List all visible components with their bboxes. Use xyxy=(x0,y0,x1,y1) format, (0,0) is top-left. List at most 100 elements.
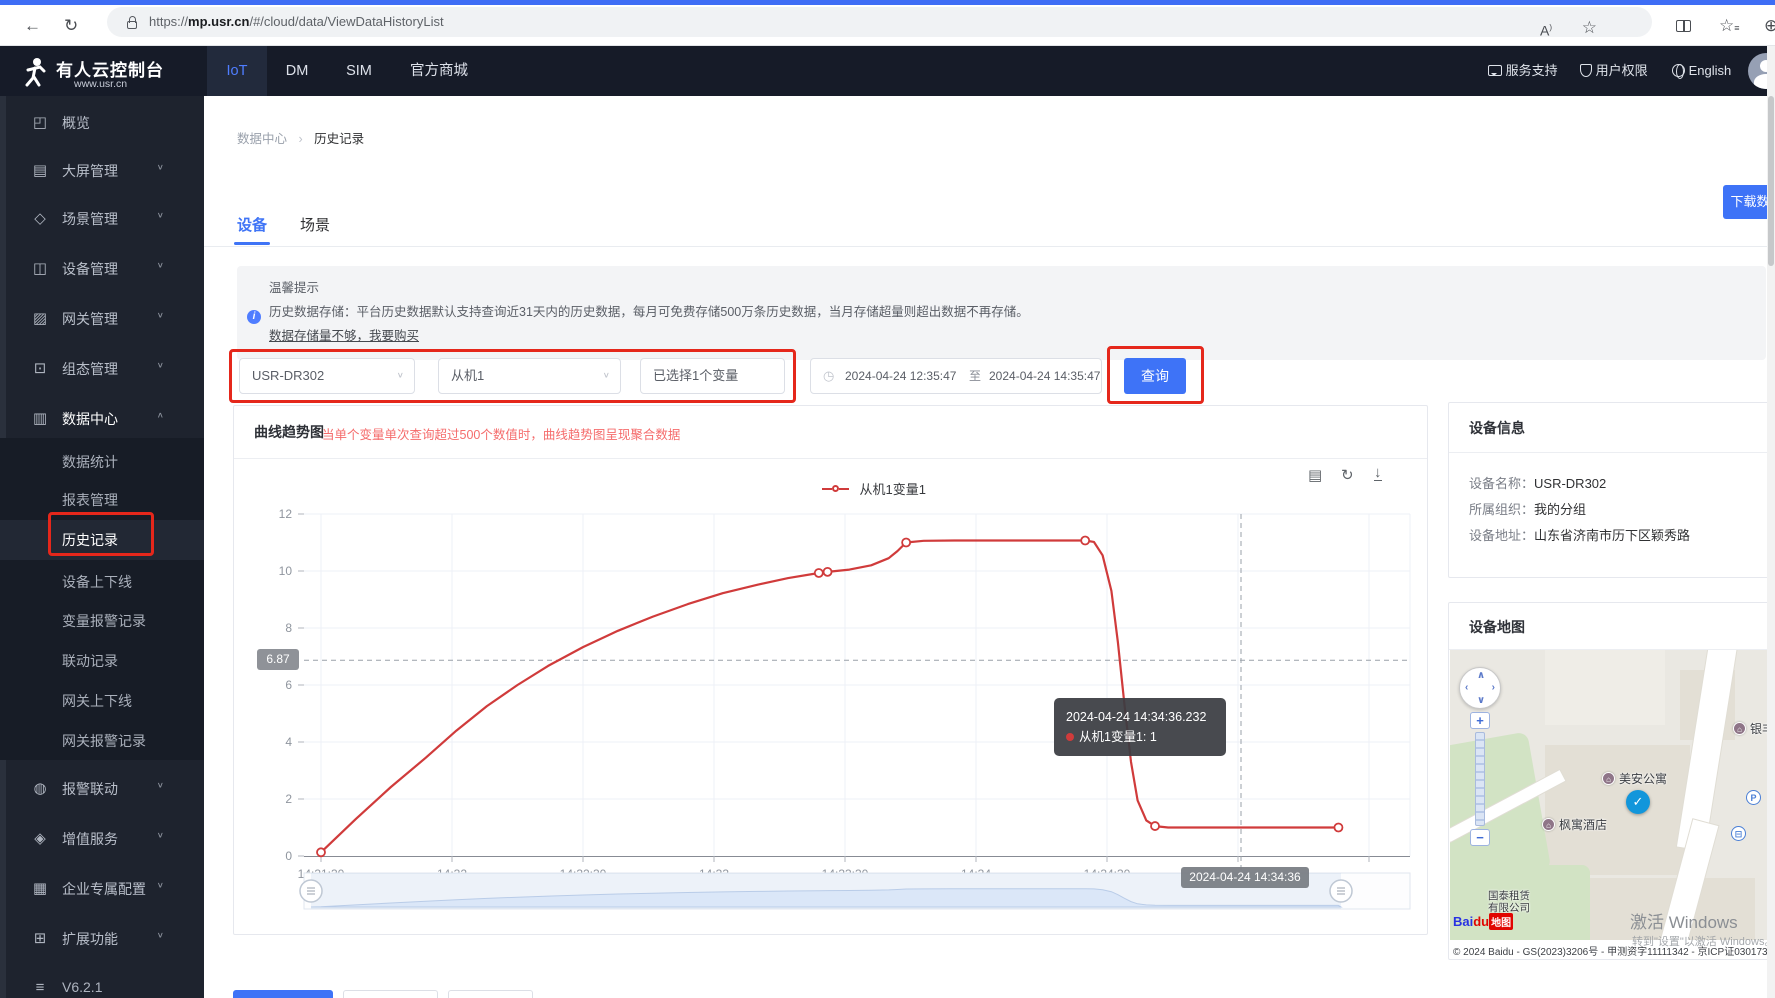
clock-icon: ◷ xyxy=(823,359,834,393)
overview-icon: ◰ xyxy=(30,113,50,131)
chart-tooltip: 2024-04-24 14:34:36.232 从机1变量1: 1 xyxy=(1054,698,1226,756)
poi-building-icon: ⌂ xyxy=(1602,772,1615,785)
sidebar-subitem-data-stats[interactable]: 数据统计 xyxy=(0,442,204,482)
sidebar-item-enterprise[interactable]: ▦企业专属配置∨ xyxy=(0,868,204,910)
url-text[interactable]: https://mp.usr.cn/#/cloud/data/ViewDataH… xyxy=(149,7,444,37)
breadcrumb-current: 历史记录 xyxy=(314,132,364,146)
svg-text:6: 6 xyxy=(285,678,292,692)
svg-text:12: 12 xyxy=(279,507,293,521)
sidebar-item-gateway[interactable]: ▨网关管理∨ xyxy=(0,298,204,340)
sidebar-subitem-var-alarm[interactable]: 变量报警记录 xyxy=(0,601,204,641)
pan-up-icon: ∧ xyxy=(1477,670,1485,681)
nav-tab-iot[interactable]: IoT xyxy=(207,46,267,96)
tab-active-underline xyxy=(234,242,270,245)
favorite-star-icon[interactable]: ☆ xyxy=(1582,7,1597,48)
sidebar-subitem-device-onoff[interactable]: 设备上下线 xyxy=(0,562,204,602)
variable-select[interactable]: 已选择1个变量 xyxy=(640,358,785,394)
map-zoom-out-button[interactable]: − xyxy=(1470,829,1490,846)
device-icon: ◫ xyxy=(30,259,50,277)
sidebar-item-overview[interactable]: ◰概览 xyxy=(0,102,204,144)
slave-select[interactable]: 从机1∨ xyxy=(438,358,621,394)
sidebar-subitem-gateway-onoff[interactable]: 网关上下线 xyxy=(0,681,204,721)
language-switch[interactable]: English xyxy=(1672,46,1731,96)
globe-icon xyxy=(1672,64,1685,77)
baidu-logo: Baidu地图 xyxy=(1453,913,1513,930)
breadcrumb-parent[interactable]: 数据中心 xyxy=(237,132,287,146)
notice-box: i 温馨提示 历史数据存储：平台历史数据默认支持查询近31天内的历史数据，每月可… xyxy=(237,266,1766,360)
browser-refresh-button[interactable]: ↻ xyxy=(64,5,78,46)
split-screen-icon[interactable] xyxy=(1676,19,1691,37)
gateway-icon: ▨ xyxy=(30,309,50,327)
tooltip-series-dot xyxy=(1066,733,1074,741)
chevron-down-icon: ∨ xyxy=(157,881,164,890)
page-scrollbar-thumb[interactable] xyxy=(1768,96,1774,266)
favorites-bar-icon[interactable]: ☆≡ xyxy=(1719,5,1740,49)
device-address-row: 设备地址：山东省济南市历下区颖秀路 xyxy=(1469,525,1690,545)
map-pan-control[interactable]: ∧ ‹ › ∨ xyxy=(1459,667,1501,709)
chevron-down-icon: ∨ xyxy=(603,362,610,389)
address-bar[interactable]: https://mp.usr.cn/#/cloud/data/ViewDataH… xyxy=(107,7,1652,37)
trend-chart-plot[interactable]: 02468101214:31:3014:3214:32:3014:3314:33… xyxy=(234,406,1427,934)
nav-tab-sim[interactable]: SIM xyxy=(327,46,391,96)
nav-tab-dm[interactable]: DM xyxy=(267,46,327,96)
alarm-icon: ◍ xyxy=(30,779,50,797)
pan-left-icon: ‹ xyxy=(1465,682,1468,693)
map-zoom-in-button[interactable]: + xyxy=(1470,712,1490,729)
device-info-card: 设备信息 设备名称：USR-DR302 所属组织：我的分组 设备地址：山东省济南… xyxy=(1448,402,1775,578)
slider-axis-label: 2024-04-24 14:34:36 xyxy=(1181,867,1309,888)
pan-right-icon: › xyxy=(1492,682,1495,693)
baidu-map[interactable]: ∧ ‹ › ∨ + − ⌂ 美安公寓 ✓ ⌂ 枫寓酒店 ⌂ 银丰 P ⊟ 国泰租… xyxy=(1450,650,1775,940)
tooltip-value: 1 xyxy=(1150,730,1157,744)
tabs-divider xyxy=(204,246,1775,247)
footer-button-primary[interactable] xyxy=(233,990,333,998)
device-location-marker[interactable]: ✓ xyxy=(1626,790,1650,814)
sidebar-item-bigscreen[interactable]: ▤大屏管理∨ xyxy=(0,150,204,192)
device-org-row: 所属组织：我的分组 xyxy=(1469,499,1586,519)
tab-scene[interactable]: 场景 xyxy=(300,214,330,235)
svg-text:10: 10 xyxy=(279,564,293,578)
sidebar-item-scada[interactable]: ⊡组态管理∨ xyxy=(0,348,204,390)
svg-text:8: 8 xyxy=(285,621,292,635)
chevron-down-icon: ∨ xyxy=(157,211,164,220)
sidebar-item-value-added[interactable]: ◈增值服务∨ xyxy=(0,818,204,860)
sidebar-item-device[interactable]: ◫设备管理∨ xyxy=(0,248,204,290)
lock-icon xyxy=(127,21,137,29)
map-zoom-slider[interactable] xyxy=(1475,732,1485,826)
purchase-storage-link[interactable]: 数据存储量不够，我要购买 xyxy=(269,328,419,344)
read-aloud-icon[interactable]: A) xyxy=(1540,7,1552,52)
query-button[interactable]: 查询 xyxy=(1124,358,1186,394)
sidebar-subitem-report[interactable]: 报表管理 xyxy=(0,480,204,520)
poi-building-icon: ⌂ xyxy=(1733,722,1746,735)
bigscreen-icon: ▤ xyxy=(30,161,50,179)
svg-text:2: 2 xyxy=(285,792,292,806)
sidebar-subitem-gateway-alarm[interactable]: 网关报警记录 xyxy=(0,721,204,761)
footer-button-tertiary[interactable] xyxy=(448,990,533,998)
notice-body: 历史数据存储：平台历史数据默认支持查询近31天内的历史数据，每月可免费存储500… xyxy=(269,304,1749,320)
version-icon: ≡ xyxy=(30,979,50,996)
tab-device[interactable]: 设备 xyxy=(237,214,267,235)
support-link[interactable]: 服务支持 xyxy=(1488,46,1558,96)
date-range-picker[interactable]: ◷ 2024-04-24 12:35:47 至 2024-04-24 14:35… xyxy=(810,358,1102,394)
collections-icon[interactable]: ⊕ xyxy=(1764,5,1775,46)
sidebar-item-datacenter[interactable]: ▥数据中心∧ xyxy=(0,398,204,440)
diamond-icon: ◈ xyxy=(30,829,50,847)
device-select[interactable]: USR-DR302∨ xyxy=(239,358,415,394)
app-header: 有人云控制台 www.usr.cn IoT DM SIM 官方商城 服务支持 用… xyxy=(0,46,1775,96)
chevron-down-icon: ∨ xyxy=(157,781,164,790)
sidebar-item-alarm-linkage[interactable]: ◍报警联动∨ xyxy=(0,768,204,810)
notice-title: 温馨提示 xyxy=(269,280,319,296)
footer-button-secondary[interactable] xyxy=(343,990,438,998)
chevron-down-icon: ∨ xyxy=(157,361,164,370)
sidebar-item-scene[interactable]: ◇场景管理∨ xyxy=(0,198,204,240)
browser-back-button[interactable]: ← xyxy=(24,5,41,46)
usr-logo-icon xyxy=(20,56,50,88)
bus-stop-icon: ⊟ xyxy=(1731,826,1746,841)
y-crosshair-label: 6.87 xyxy=(257,649,299,670)
sidebar-subitem-history[interactable]: 历史记录 xyxy=(0,520,204,560)
chevron-down-icon: ∨ xyxy=(157,831,164,840)
chevron-down-icon: ∨ xyxy=(157,261,164,270)
sidebar-subitem-linkage[interactable]: 联动记录 xyxy=(0,641,204,681)
nav-tab-mall[interactable]: 官方商城 xyxy=(391,46,487,96)
permission-link[interactable]: 用户权限 xyxy=(1580,46,1648,96)
sidebar-item-extensions[interactable]: ⊞扩展功能∨ xyxy=(0,918,204,960)
